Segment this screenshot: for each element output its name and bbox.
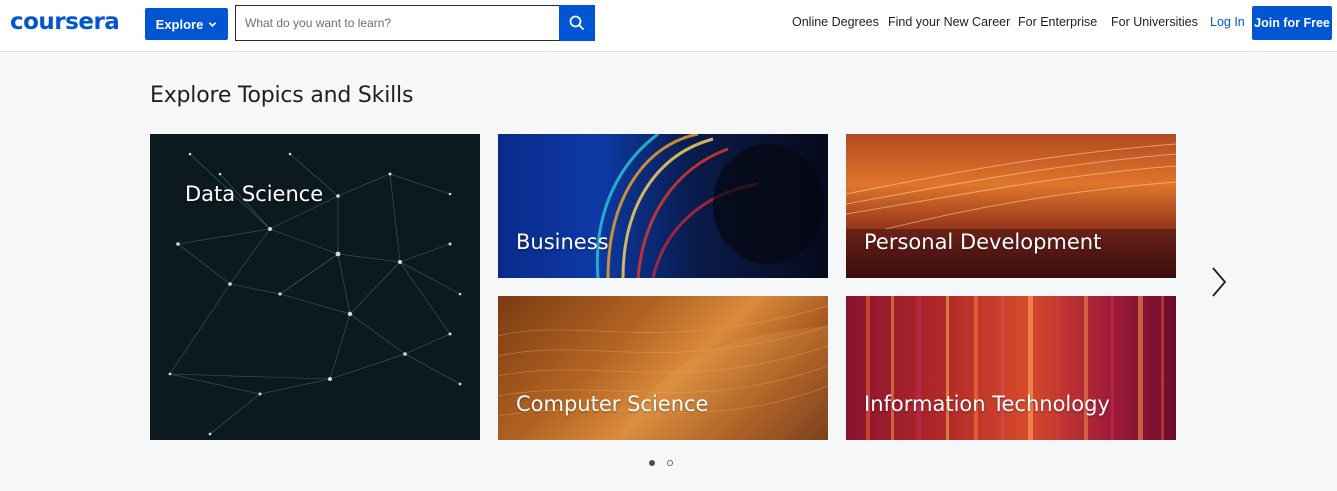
chevron-down-icon (209, 21, 217, 27)
explore-label: Explore (155, 16, 204, 32)
color-bars-image (866, 296, 1164, 440)
search-input[interactable] (235, 5, 559, 41)
top-header: coursera Explore Online Degrees Find you… (0, 0, 1337, 52)
search-icon (569, 15, 585, 31)
topic-tile-business[interactable]: Business (498, 134, 828, 278)
topic-tile-computer-science[interactable]: Computer Science (498, 296, 828, 440)
carousel-dot-1[interactable] (649, 460, 655, 466)
coursera-logo[interactable]: coursera (10, 9, 120, 35)
section-title: Explore Topics and Skills (150, 83, 414, 108)
network-image (168, 152, 462, 436)
mesh-texture-image (498, 305, 828, 440)
topic-label: Personal Development (864, 230, 1102, 254)
search-box (235, 5, 595, 41)
topic-label: Computer Science (516, 392, 709, 416)
explore-button[interactable]: Explore (145, 8, 228, 40)
carousel-dot-2[interactable] (667, 460, 673, 466)
nav-for-universities[interactable]: For Universities (1111, 15, 1198, 29)
nav-online-degrees[interactable]: Online Degrees (792, 15, 879, 29)
light-trail-image (595, 134, 823, 278)
topic-label: Business (516, 230, 609, 254)
topic-tile-personal-development[interactable]: Personal Development (846, 134, 1176, 278)
login-link[interactable]: Log In (1210, 15, 1245, 29)
join-for-free-button[interactable]: Join for Free (1252, 6, 1332, 40)
chevron-right-icon[interactable] (1207, 264, 1231, 300)
nav-find-new-career[interactable]: Find your New Career (888, 15, 1010, 29)
nav-for-enterprise[interactable]: For Enterprise (1018, 15, 1097, 29)
topic-label: Data Science (185, 182, 324, 206)
carousel-pagination (648, 459, 674, 467)
topic-tile-information-technology[interactable]: Information Technology (846, 296, 1176, 440)
topic-tile-data-science[interactable]: Data Science (150, 134, 480, 440)
sunset-light-image (846, 143, 1176, 278)
topic-label: Information Technology (864, 392, 1110, 416)
search-button[interactable] (559, 5, 595, 41)
